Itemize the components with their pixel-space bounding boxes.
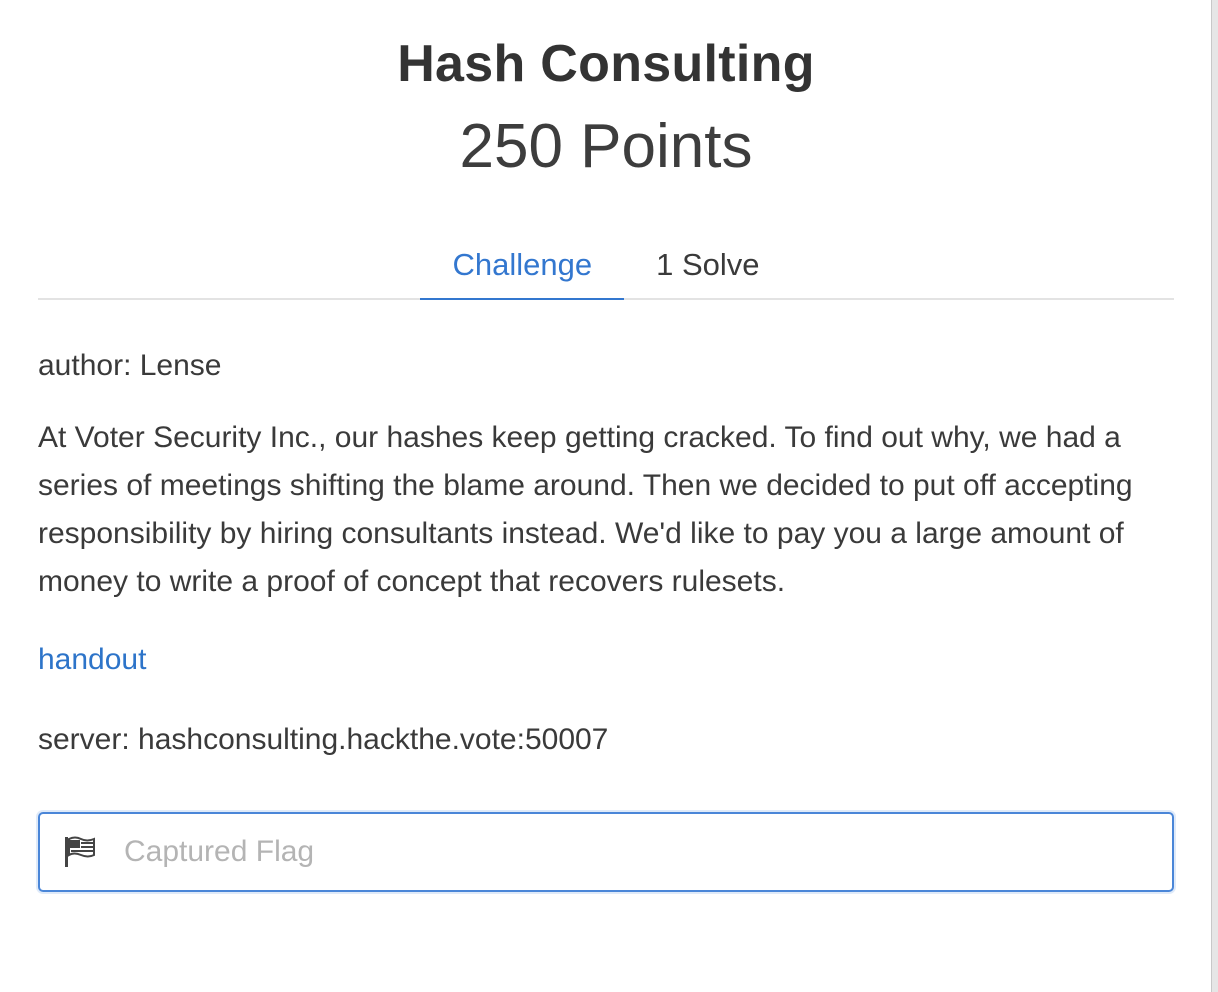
challenge-author: author: Lense xyxy=(38,349,222,382)
challenge-points: 250 Points xyxy=(459,112,753,181)
handout-link[interactable]: handout xyxy=(38,636,146,684)
challenge-content: author: Lense At Voter Security Inc., ou… xyxy=(38,300,1174,892)
tab-challenge[interactable]: Challenge xyxy=(420,232,624,300)
challenge-window: Hash Consulting 250 Points Challenge 1 S… xyxy=(0,0,1218,992)
tab-solves[interactable]: 1 Solve xyxy=(624,232,791,298)
flag-icon xyxy=(62,834,98,870)
challenge-description: At Voter Security Inc., our hashes keep … xyxy=(38,421,1133,598)
flag-field[interactable] xyxy=(38,812,1174,892)
challenge-modal: Hash Consulting 250 Points Challenge 1 S… xyxy=(38,0,1174,892)
window-edge xyxy=(1211,0,1218,992)
flag-input[interactable] xyxy=(122,821,1172,883)
server-info: server: hashconsulting.hackthe.vote:5000… xyxy=(38,723,609,756)
challenge-tabs: Challenge 1 Solve xyxy=(38,232,1174,300)
challenge-title: Hash Consulting xyxy=(397,35,815,93)
